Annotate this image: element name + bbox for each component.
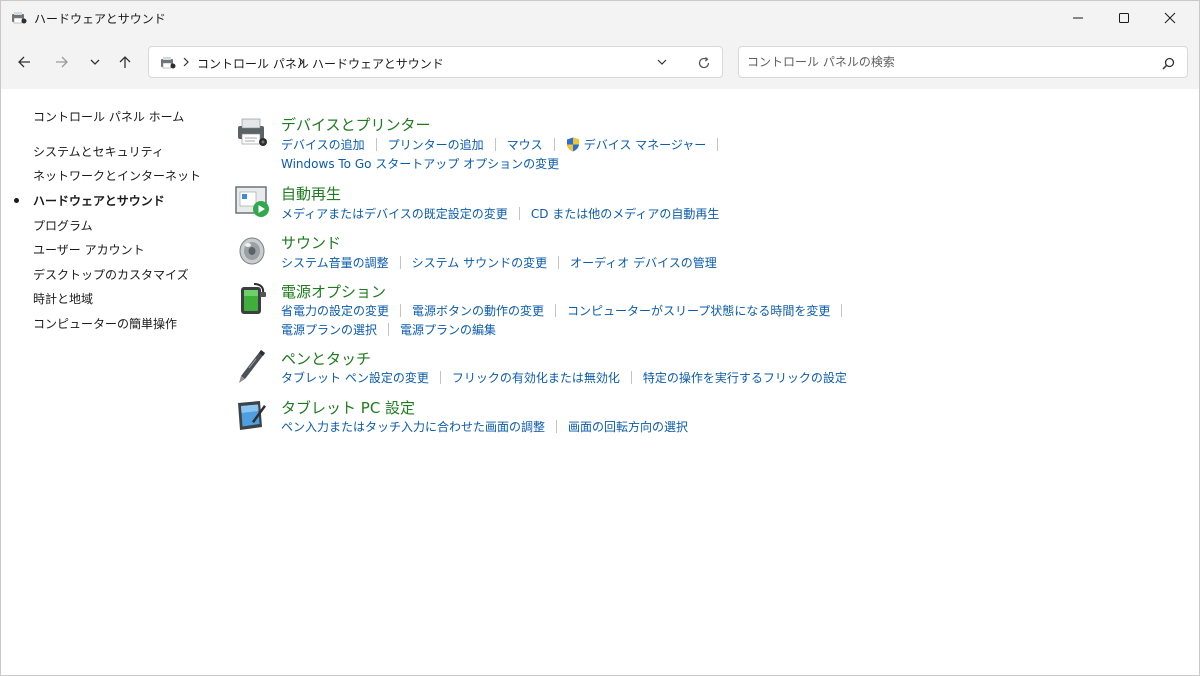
pen-icon: [239, 350, 265, 383]
search-box[interactable]: [738, 46, 1188, 78]
link-label: デバイス マネージャー: [583, 138, 707, 152]
link-mouse[interactable]: マウス: [507, 136, 543, 153]
link-add-device[interactable]: デバイスの追加: [281, 136, 365, 153]
printer-icon: [238, 118, 267, 146]
link-row: 電源プランの選択 電源プランの編集: [281, 321, 496, 338]
link-row: デバイスの追加 プリンターの追加 マウス デバイス マネージャー: [281, 136, 729, 153]
back-button[interactable]: [13, 51, 35, 73]
link-flicks-settings[interactable]: 特定の操作を実行するフリックの設定: [643, 369, 847, 386]
nav-clock-region[interactable]: 時計と地域: [33, 290, 93, 307]
category-title[interactable]: 自動再生: [281, 183, 341, 204]
breadcrumb-control-panel[interactable]: コントロール パネル: [197, 55, 309, 72]
link-row: タブレット ペン設定の変更 フリックの有効化または無効化 特定の操作を実行するフ…: [281, 369, 847, 386]
category-title[interactable]: タブレット PC 設定: [281, 397, 415, 418]
arrow-right-icon: [56, 56, 68, 68]
link-calibrate-screen[interactable]: ペン入力またはタッチ入力に合わせた画面の調整: [281, 418, 545, 435]
arrow-left-icon: [18, 56, 30, 68]
close-icon: [1164, 12, 1176, 24]
maximize-icon: [1119, 13, 1129, 23]
recent-locations-button[interactable]: [84, 51, 106, 73]
chevron-down-icon: [90, 59, 100, 65]
link-cd-autoplay[interactable]: CD または他のメディアの自動再生: [531, 205, 720, 222]
breadcrumb-hardware-sound[interactable]: ハードウェアとサウンド: [312, 55, 444, 72]
uac-shield-icon: [566, 137, 579, 152]
nav-ease-of-access[interactable]: コンピューターの簡単操作: [33, 315, 177, 332]
chevron-right-icon: [183, 57, 189, 67]
link-choose-plan[interactable]: 電源プランの選択: [281, 321, 377, 338]
link-device-manager[interactable]: デバイス マネージャー: [566, 136, 707, 153]
up-button[interactable]: [114, 51, 136, 73]
autoplay-icon: [235, 186, 269, 217]
navigation-bar: コントロール パネル ハードウェアとサウンド: [1, 35, 1199, 89]
active-indicator: [14, 198, 19, 203]
link-audio-devices[interactable]: オーディオ デバイスの管理: [570, 254, 717, 271]
category-title[interactable]: サウンド: [281, 232, 341, 253]
link-flicks-toggle[interactable]: フリックの有効化または無効化: [452, 369, 620, 386]
nav-personalization[interactable]: デスクトップのカスタマイズ: [33, 266, 189, 283]
tablet-icon: [238, 401, 266, 430]
nav-control-panel-home[interactable]: コントロール パネル ホーム: [33, 108, 184, 125]
battery-icon: [241, 283, 266, 314]
window-title: ハードウェアとサウンド: [34, 12, 166, 26]
nav-programs[interactable]: プログラム: [33, 217, 93, 234]
link-power-saving[interactable]: 省電力の設定の変更: [281, 302, 389, 319]
link-pen-settings[interactable]: タブレット ペン設定の変更: [281, 369, 429, 386]
refresh-button[interactable]: [694, 54, 714, 72]
nav-system-security[interactable]: システムとセキュリティ: [33, 143, 164, 160]
address-bar[interactable]: コントロール パネル ハードウェアとサウンド: [148, 46, 723, 78]
link-media-defaults[interactable]: メディアまたはデバイスの既定設定の変更: [281, 205, 508, 222]
chevron-right-icon: [298, 57, 304, 67]
arrow-up-icon: [119, 56, 131, 68]
link-screen-rotation[interactable]: 画面の回転方向の選択: [568, 418, 688, 435]
maximize-button[interactable]: [1101, 1, 1147, 35]
nav-user-accounts[interactable]: ユーザー アカウント: [33, 241, 145, 258]
forward-button[interactable]: [51, 51, 73, 73]
category-title[interactable]: デバイスとプリンター: [281, 114, 431, 135]
nav-hardware-sound[interactable]: ハードウェアとサウンド: [33, 192, 165, 209]
link-row: メディアまたはデバイスの既定設定の変更 CD または他のメディアの自動再生: [281, 205, 719, 222]
link-row: システム音量の調整 システム サウンドの変更 オーディオ デバイスの管理: [281, 254, 717, 271]
link-row: 省電力の設定の変更 電源ボタンの動作の変更 コンピューターがスリープ状態になる時…: [281, 302, 853, 319]
minimize-icon: [1073, 17, 1083, 19]
search-icon: [1161, 57, 1174, 70]
link-windows-to-go[interactable]: Windows To Go スタートアップ オプションの変更: [281, 155, 559, 172]
close-button[interactable]: [1147, 1, 1193, 35]
search-input[interactable]: [747, 53, 1147, 71]
refresh-icon: [698, 57, 710, 69]
speaker-icon: [239, 237, 265, 265]
link-power-button[interactable]: 電源ボタンの動作の変更: [412, 302, 544, 319]
title-bar: ハードウェアとサウンド: [1, 1, 1199, 35]
link-change-sounds[interactable]: システム サウンドの変更: [412, 254, 547, 271]
link-sleep-time[interactable]: コンピューターがスリープ状態になる時間を変更: [567, 302, 830, 319]
category-title[interactable]: 電源オプション: [281, 281, 386, 302]
category-title[interactable]: ペンとタッチ: [281, 348, 371, 369]
link-add-printer[interactable]: プリンターの追加: [388, 136, 484, 153]
minimize-button[interactable]: [1055, 1, 1101, 35]
link-edit-plan[interactable]: 電源プランの編集: [400, 321, 496, 338]
nav-network-internet[interactable]: ネットワークとインターネット: [33, 167, 201, 184]
chevron-down-icon[interactable]: [656, 56, 668, 68]
link-adjust-volume[interactable]: システム音量の調整: [281, 254, 389, 271]
hardware-sound-icon: [12, 12, 27, 24]
hardware-sound-icon: [161, 57, 176, 69]
control-panel-window: ハードウェアとサウンド コントロール パネル ハードウェアとサウンド コントロー…: [0, 0, 1200, 676]
search-button[interactable]: [1159, 54, 1177, 72]
link-row: Windows To Go スタートアップ オプションの変更: [281, 155, 559, 172]
link-row: ペン入力またはタッチ入力に合わせた画面の調整 画面の回転方向の選択: [281, 418, 688, 435]
